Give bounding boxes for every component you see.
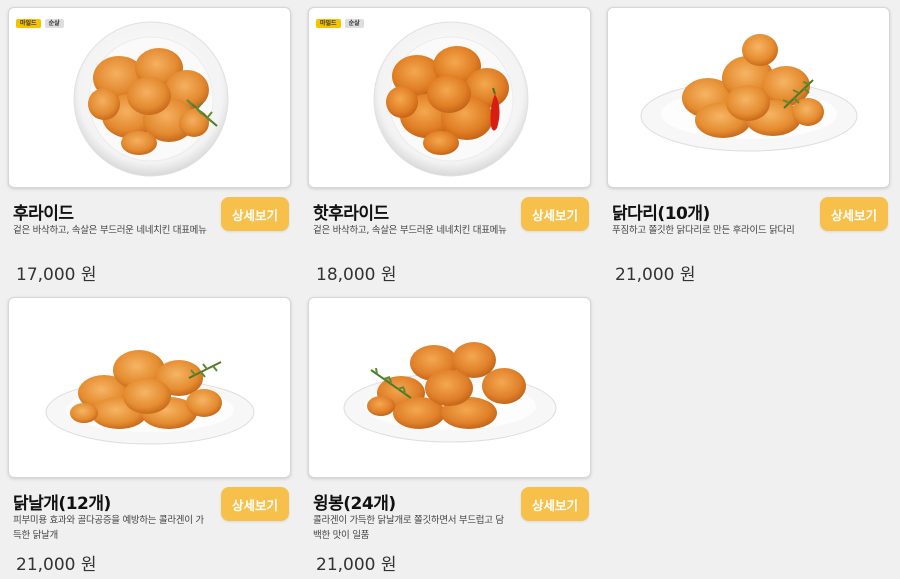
product-price: 21,000 원 (16, 555, 97, 575)
product-photo[interactable] (607, 7, 890, 188)
badge-group: 마일드 순살 (316, 19, 364, 28)
drumsticks-oval-plate-icon (640, 34, 858, 152)
product-card-wings[interactable]: 닭날개(12개) 피부미용 효과와 골다공증을 예방하는 콜라겐이 가득한 닭날… (8, 297, 292, 579)
product-name: 닭다리(10개) (612, 204, 710, 224)
badge-group: 마일드 순살 (16, 19, 64, 28)
product-name: 윙봉(24개) (313, 494, 396, 514)
product-photo[interactable] (308, 297, 591, 478)
product-price: 18,000 원 (316, 265, 397, 285)
wingbong-oval-plate-icon (343, 342, 557, 443)
product-card-fried[interactable]: 마일드 순살 후라이드 겉은 바삭하고, 속살은 부드러운 네네치킨 대표메뉴 … (8, 7, 292, 297)
detail-button[interactable]: 상세보기 (820, 197, 888, 231)
product-photo[interactable] (8, 297, 291, 478)
hot-fried-chicken-round-plate-icon (373, 21, 529, 177)
product-photo[interactable]: 마일드 순살 (308, 7, 591, 188)
product-price: 17,000 원 (16, 265, 97, 285)
detail-button[interactable]: 상세보기 (521, 487, 589, 521)
product-description: 겉은 바삭하고, 속살은 부드러운 네네치킨 대표메뉴 (313, 225, 507, 236)
product-description: 피부미용 효과와 골다공증을 예방하는 콜라겐이 가득한 닭날개 (13, 515, 204, 541)
badge-mild: 마일드 (316, 19, 341, 28)
detail-button[interactable]: 상세보기 (221, 197, 289, 231)
product-name: 핫후라이드 (313, 204, 389, 224)
product-description: 푸짐하고 쫄깃한 닭다리로 만든 후라이드 닭다리 (612, 225, 795, 236)
detail-button[interactable]: 상세보기 (221, 487, 289, 521)
product-name: 후라이드 (13, 204, 74, 224)
product-price: 21,000 원 (615, 265, 696, 285)
product-card-drumsticks[interactable]: 닭다리(10개) 푸짐하고 쫄깃한 닭다리로 만든 후라이드 닭다리 21,00… (607, 7, 891, 297)
product-card-wingbong[interactable]: 윙봉(24개) 콜라겐이 가득한 닭날개로 쫄깃하면서 부드럽고 담백한 맛이 … (308, 297, 592, 579)
product-card-hot-fried[interactable]: 마일드 순살 핫후라이드 겉은 바삭하고, 속살은 부드러운 네네치킨 대표메뉴… (308, 7, 592, 297)
wings-oval-plate-icon (45, 350, 255, 445)
badge-boneless: 순살 (344, 19, 364, 28)
fried-chicken-round-plate-icon (73, 21, 229, 177)
detail-button[interactable]: 상세보기 (521, 197, 589, 231)
badge-boneless: 순살 (44, 19, 64, 28)
product-description: 콜라겐이 가득한 닭날개로 쫄깃하면서 부드럽고 담백한 맛이 일품 (313, 515, 504, 541)
product-name: 닭날개(12개) (13, 494, 111, 514)
product-description: 겉은 바삭하고, 속살은 부드러운 네네치킨 대표메뉴 (13, 225, 207, 236)
product-price: 21,000 원 (316, 555, 397, 575)
product-photo[interactable]: 마일드 순살 (8, 7, 291, 188)
badge-mild: 마일드 (16, 19, 41, 28)
